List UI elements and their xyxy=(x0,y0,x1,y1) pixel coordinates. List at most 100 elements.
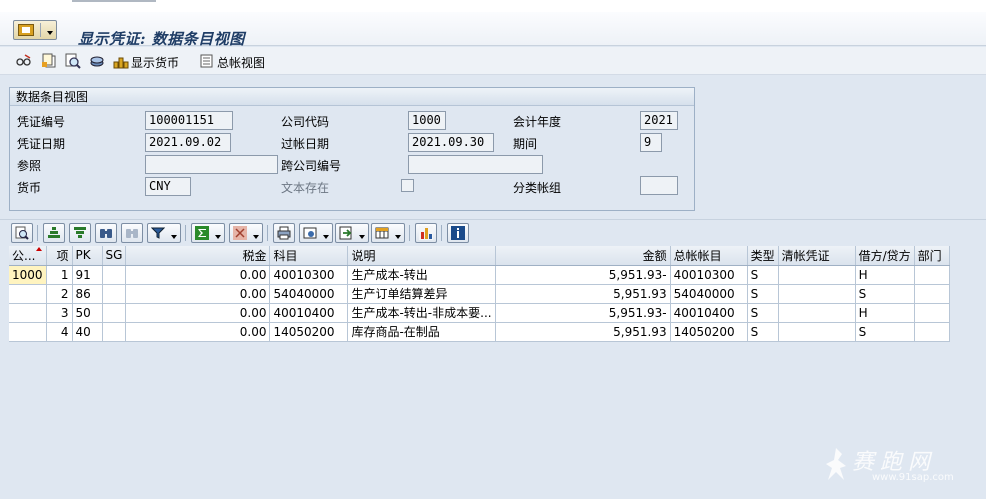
print-button[interactable] xyxy=(273,223,295,243)
table-row[interactable]: 2 86 0.00 54040000 生产订单结算差异 5,951.93 540… xyxy=(9,284,950,304)
cell-pk[interactable]: 40 xyxy=(72,322,103,342)
graphic-button[interactable] xyxy=(415,223,437,243)
cell-account[interactable]: 40010300 xyxy=(269,265,349,285)
cell-tax[interactable]: 0.00 xyxy=(125,322,271,342)
ledger-icon[interactable] xyxy=(199,53,215,69)
cell-item[interactable]: 1 xyxy=(46,265,73,285)
cell-amount[interactable]: 5,951.93- xyxy=(495,265,671,285)
document-copy-icon[interactable] xyxy=(41,53,57,69)
cell-debit-credit[interactable]: H xyxy=(855,265,915,285)
information-button[interactable] xyxy=(447,223,469,243)
col-tax[interactable]: 税金 xyxy=(125,246,271,266)
currency-coins-icon[interactable] xyxy=(113,53,129,69)
sort-ascending-button[interactable] xyxy=(43,223,65,243)
cell-account[interactable]: 14050200 xyxy=(269,322,349,342)
posting-date-field[interactable]: 2021.09.30 xyxy=(408,133,494,152)
layers-icon[interactable] xyxy=(89,53,105,69)
cell-department[interactable] xyxy=(914,322,950,342)
cell-sg[interactable] xyxy=(102,284,127,304)
cell-amount[interactable]: 5,951.93- xyxy=(495,303,671,323)
table-row[interactable]: 1000 1 91 0.00 40010300 生产成本-转出 5,951.93… xyxy=(9,265,950,285)
cell-clearing[interactable] xyxy=(778,284,856,304)
currency-field[interactable]: CNY xyxy=(145,177,191,196)
col-debit-credit[interactable]: 借方/贷方 xyxy=(855,246,915,266)
cell-type[interactable]: S xyxy=(747,303,779,323)
cell-tax[interactable]: 0.00 xyxy=(125,265,271,285)
subtotal-button[interactable] xyxy=(229,223,263,243)
cell-clearing[interactable] xyxy=(778,265,856,285)
cell-sg[interactable] xyxy=(102,322,127,342)
views-button[interactable] xyxy=(299,223,333,243)
col-text[interactable]: 说明 xyxy=(347,246,496,266)
cell-amount[interactable]: 5,951.93 xyxy=(495,284,671,304)
export-button[interactable] xyxy=(335,223,369,243)
filter-button[interactable] xyxy=(147,223,181,243)
show-currency-button[interactable]: 显示货币 xyxy=(131,54,179,71)
cell-department[interactable] xyxy=(914,284,950,304)
cell-text[interactable]: 生产成本-转出-非成本要... xyxy=(347,303,496,323)
table-row[interactable]: 4 40 0.00 14050200 库存商品-在制品 5,951.93 140… xyxy=(9,322,950,342)
cell-item[interactable]: 2 xyxy=(46,284,73,304)
cell-gl-account[interactable]: 40010300 xyxy=(670,265,748,285)
window-tab[interactable] xyxy=(72,0,156,2)
col-type[interactable]: 类型 xyxy=(747,246,779,266)
reference-field[interactable] xyxy=(145,155,278,174)
cell-company[interactable] xyxy=(9,322,47,342)
table-row[interactable]: 3 50 0.00 40010400 生产成本-转出-非成本要... 5,951… xyxy=(9,303,950,323)
col-pk[interactable]: PK xyxy=(72,246,103,266)
glasses-change-icon[interactable] xyxy=(16,53,32,69)
cell-pk[interactable]: 86 xyxy=(72,284,103,304)
col-item[interactable]: 项 xyxy=(46,246,73,266)
col-company[interactable]: 公... xyxy=(9,246,47,266)
cell-account[interactable]: 40010400 xyxy=(269,303,349,323)
company-code-field[interactable]: 1000 xyxy=(408,111,446,130)
cross-company-field[interactable] xyxy=(408,155,543,174)
cell-department[interactable] xyxy=(914,303,950,323)
cell-tax[interactable]: 0.00 xyxy=(125,284,271,304)
col-gl-account[interactable]: 总帐帐目 xyxy=(670,246,748,266)
cell-amount[interactable]: 5,951.93 xyxy=(495,322,671,342)
col-clearing[interactable]: 清帐凭证 xyxy=(778,246,856,266)
ledger-view-button[interactable]: 总帐视图 xyxy=(217,54,265,71)
cell-pk[interactable]: 50 xyxy=(72,303,103,323)
doc-date-field[interactable]: 2021.09.02 xyxy=(145,133,231,152)
cell-debit-credit[interactable]: S xyxy=(855,284,915,304)
cell-pk[interactable]: 91 xyxy=(72,265,103,285)
cell-debit-credit[interactable]: S xyxy=(855,322,915,342)
find-button[interactable] xyxy=(95,223,117,243)
period-field[interactable]: 9 xyxy=(640,133,662,152)
cell-gl-account[interactable]: 14050200 xyxy=(670,322,748,342)
text-exists-checkbox[interactable] xyxy=(401,179,414,192)
doc-number-field[interactable]: 100001151 xyxy=(145,111,233,130)
cell-item[interactable]: 3 xyxy=(46,303,73,323)
layout-button[interactable] xyxy=(371,223,405,243)
ledger-group-field[interactable] xyxy=(640,176,678,195)
cell-debit-credit[interactable]: H xyxy=(855,303,915,323)
cell-company[interactable]: 1000 xyxy=(9,265,47,285)
col-department[interactable]: 部门 xyxy=(914,246,950,266)
cell-type[interactable]: S xyxy=(747,265,779,285)
fiscal-year-field[interactable]: 2021 xyxy=(640,111,678,130)
col-sg[interactable]: SG xyxy=(102,246,127,266)
sort-descending-button[interactable] xyxy=(69,223,91,243)
total-button[interactable] xyxy=(191,223,225,243)
cell-department[interactable] xyxy=(914,265,950,285)
cell-clearing[interactable] xyxy=(778,303,856,323)
cell-text[interactable]: 生产成本-转出 xyxy=(347,265,496,285)
col-amount[interactable]: 金额 xyxy=(495,246,671,266)
cell-tax[interactable]: 0.00 xyxy=(125,303,271,323)
cell-clearing[interactable] xyxy=(778,322,856,342)
cell-text[interactable]: 生产订单结算差异 xyxy=(347,284,496,304)
find-next-button[interactable] xyxy=(121,223,143,243)
cell-sg[interactable] xyxy=(102,303,127,323)
cell-type[interactable]: S xyxy=(747,284,779,304)
cell-item[interactable]: 4 xyxy=(46,322,73,342)
magnifier-document-icon[interactable] xyxy=(65,53,81,69)
cell-gl-account[interactable]: 54040000 xyxy=(670,284,748,304)
cell-company[interactable] xyxy=(9,284,47,304)
cell-type[interactable]: S xyxy=(747,322,779,342)
system-menu-button[interactable] xyxy=(13,20,57,40)
cell-gl-account[interactable]: 40010400 xyxy=(670,303,748,323)
cell-text[interactable]: 库存商品-在制品 xyxy=(347,322,496,342)
details-button[interactable] xyxy=(11,223,33,243)
